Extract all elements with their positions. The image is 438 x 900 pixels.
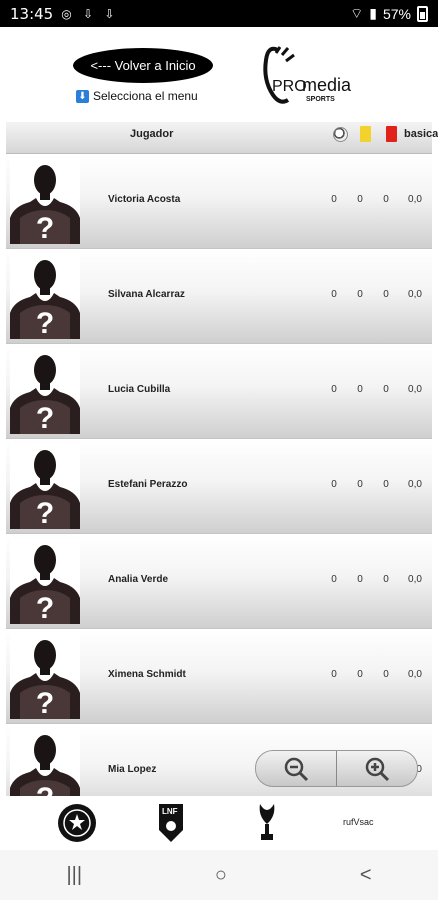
player-basic: 0,0 [408,574,422,585]
player-avatar: ? [10,253,80,340]
back-to-home-button[interactable]: <--- Volver a Inicio [73,48,213,83]
player-yellow-cards: 0 [357,669,363,680]
svg-text:LNF: LNF [162,807,178,816]
system-nav-bar: ||| ○ < [0,850,438,900]
svg-text:rufVsac: rufVsac [343,817,374,827]
column-player: Jugador [130,128,174,140]
ball-icon [333,127,348,142]
svg-text:?: ? [36,212,54,244]
player-yellow-cards: 0 [357,479,363,490]
player-row[interactable]: ? Victoria Acosta 0 0 0 0,0 [6,154,432,249]
player-yellow-cards: 0 [357,194,363,205]
table-header: Jugador basica [6,122,438,154]
player-name: Analia Verde [108,574,169,585]
player-goals: 0 [331,574,337,585]
player-row[interactable]: ? Estefani Perazzo 0 0 0 0,0 [6,439,432,534]
player-red-cards: 0 [383,574,389,585]
notification-icons: ◎ ⇩ ⇩ [61,6,119,21]
app-header: <--- Volver a Inicio ⬇ Selecciona el men… [0,27,438,122]
lnf-logo[interactable]: LNF [157,802,185,844]
home-button[interactable]: ○ [215,864,227,887]
player-basic: 0,0 [408,669,422,680]
player-avatar: ? [10,633,80,720]
svg-text:?: ? [36,592,54,624]
back-button[interactable]: < [360,864,372,887]
player-avatar: ? [10,348,80,435]
player-row[interactable]: ? Lucia Cubilla 0 0 0 0,0 [6,344,432,439]
zoom-out-button[interactable] [256,751,336,786]
menu-hint-label: Selecciona el menu [93,89,198,103]
player-basic: 0,0 [408,479,422,490]
player-red-cards: 0 [383,669,389,680]
player-goals: 0 [331,479,337,490]
zoom-out-icon [284,757,309,781]
zoom-in-icon [365,757,390,781]
zoom-control [255,750,418,787]
player-basic: 0,0 [408,289,422,300]
player-goals: 0 [331,384,337,395]
status-bar: 13:45 ◎ ⇩ ⇩ ⌔ ▮ 57% [0,0,438,27]
player-red-cards: 0 [383,194,389,205]
svg-text:?: ? [36,307,54,339]
sponsor-logo[interactable]: rufVsac [343,814,387,830]
svg-text:media: media [302,75,352,95]
player-avatar: ? [10,538,80,625]
zoom-in-button[interactable] [337,751,417,786]
player-name: Ximena Schmidt [108,669,186,680]
player-red-cards: 0 [383,289,389,300]
menu-hint[interactable]: ⬇ Selecciona el menu [76,89,198,103]
player-name: Silvana Alcarraz [108,289,185,300]
signal-icon: ▮ [369,5,377,21]
player-row[interactable]: ? Silvana Alcarraz 0 0 0 0,0 [6,249,432,344]
player-goals: 0 [331,289,337,300]
yellow-card-icon [360,126,371,142]
player-name: Mia Lopez [108,764,157,775]
player-name: Lucia Cubilla [108,384,171,395]
player-avatar: ? [10,443,80,530]
player-red-cards: 0 [383,384,389,395]
wifi-icon: ⌔ [350,4,364,21]
sponsor-footer: LNF rufVsac [0,796,438,850]
recents-button[interactable]: ||| [66,864,82,887]
column-basic: basica [404,128,438,140]
player-goals: 0 [331,669,337,680]
federation-logo[interactable] [56,802,98,844]
player-row[interactable]: ? Analia Verde 0 0 0 0,0 [6,534,432,629]
status-time: 13:45 [10,4,54,23]
player-name: Victoria Acosta [108,194,181,205]
player-list[interactable]: ? Victoria Acosta 0 0 0 0,0 ? Silvana Al… [6,154,432,796]
player-basic: 0,0 [408,384,422,395]
player-avatar: ? [10,158,80,245]
player-row[interactable]: ? Ximena Schmidt 0 0 0 0,0 [6,629,432,724]
player-name: Estefani Perazzo [108,479,188,490]
player-red-cards: 0 [383,479,389,490]
player-avatar: ? [10,728,80,796]
player-basic: 0,0 [408,194,422,205]
player-yellow-cards: 0 [357,289,363,300]
trophy-logo[interactable] [256,802,278,844]
svg-text:?: ? [36,687,54,719]
promedia-logo: PRO media SPORTS [263,46,352,104]
battery-icon [417,5,428,22]
svg-text:?: ? [36,782,54,796]
svg-text:?: ? [36,402,54,434]
svg-text:?: ? [36,497,54,529]
svg-text:SPORTS: SPORTS [306,96,335,103]
player-yellow-cards: 0 [357,574,363,585]
player-yellow-cards: 0 [357,384,363,395]
player-goals: 0 [331,194,337,205]
arrow-down-icon: ⬇ [76,89,89,103]
battery-percent: 57% [382,5,411,22]
red-card-icon [386,126,397,142]
